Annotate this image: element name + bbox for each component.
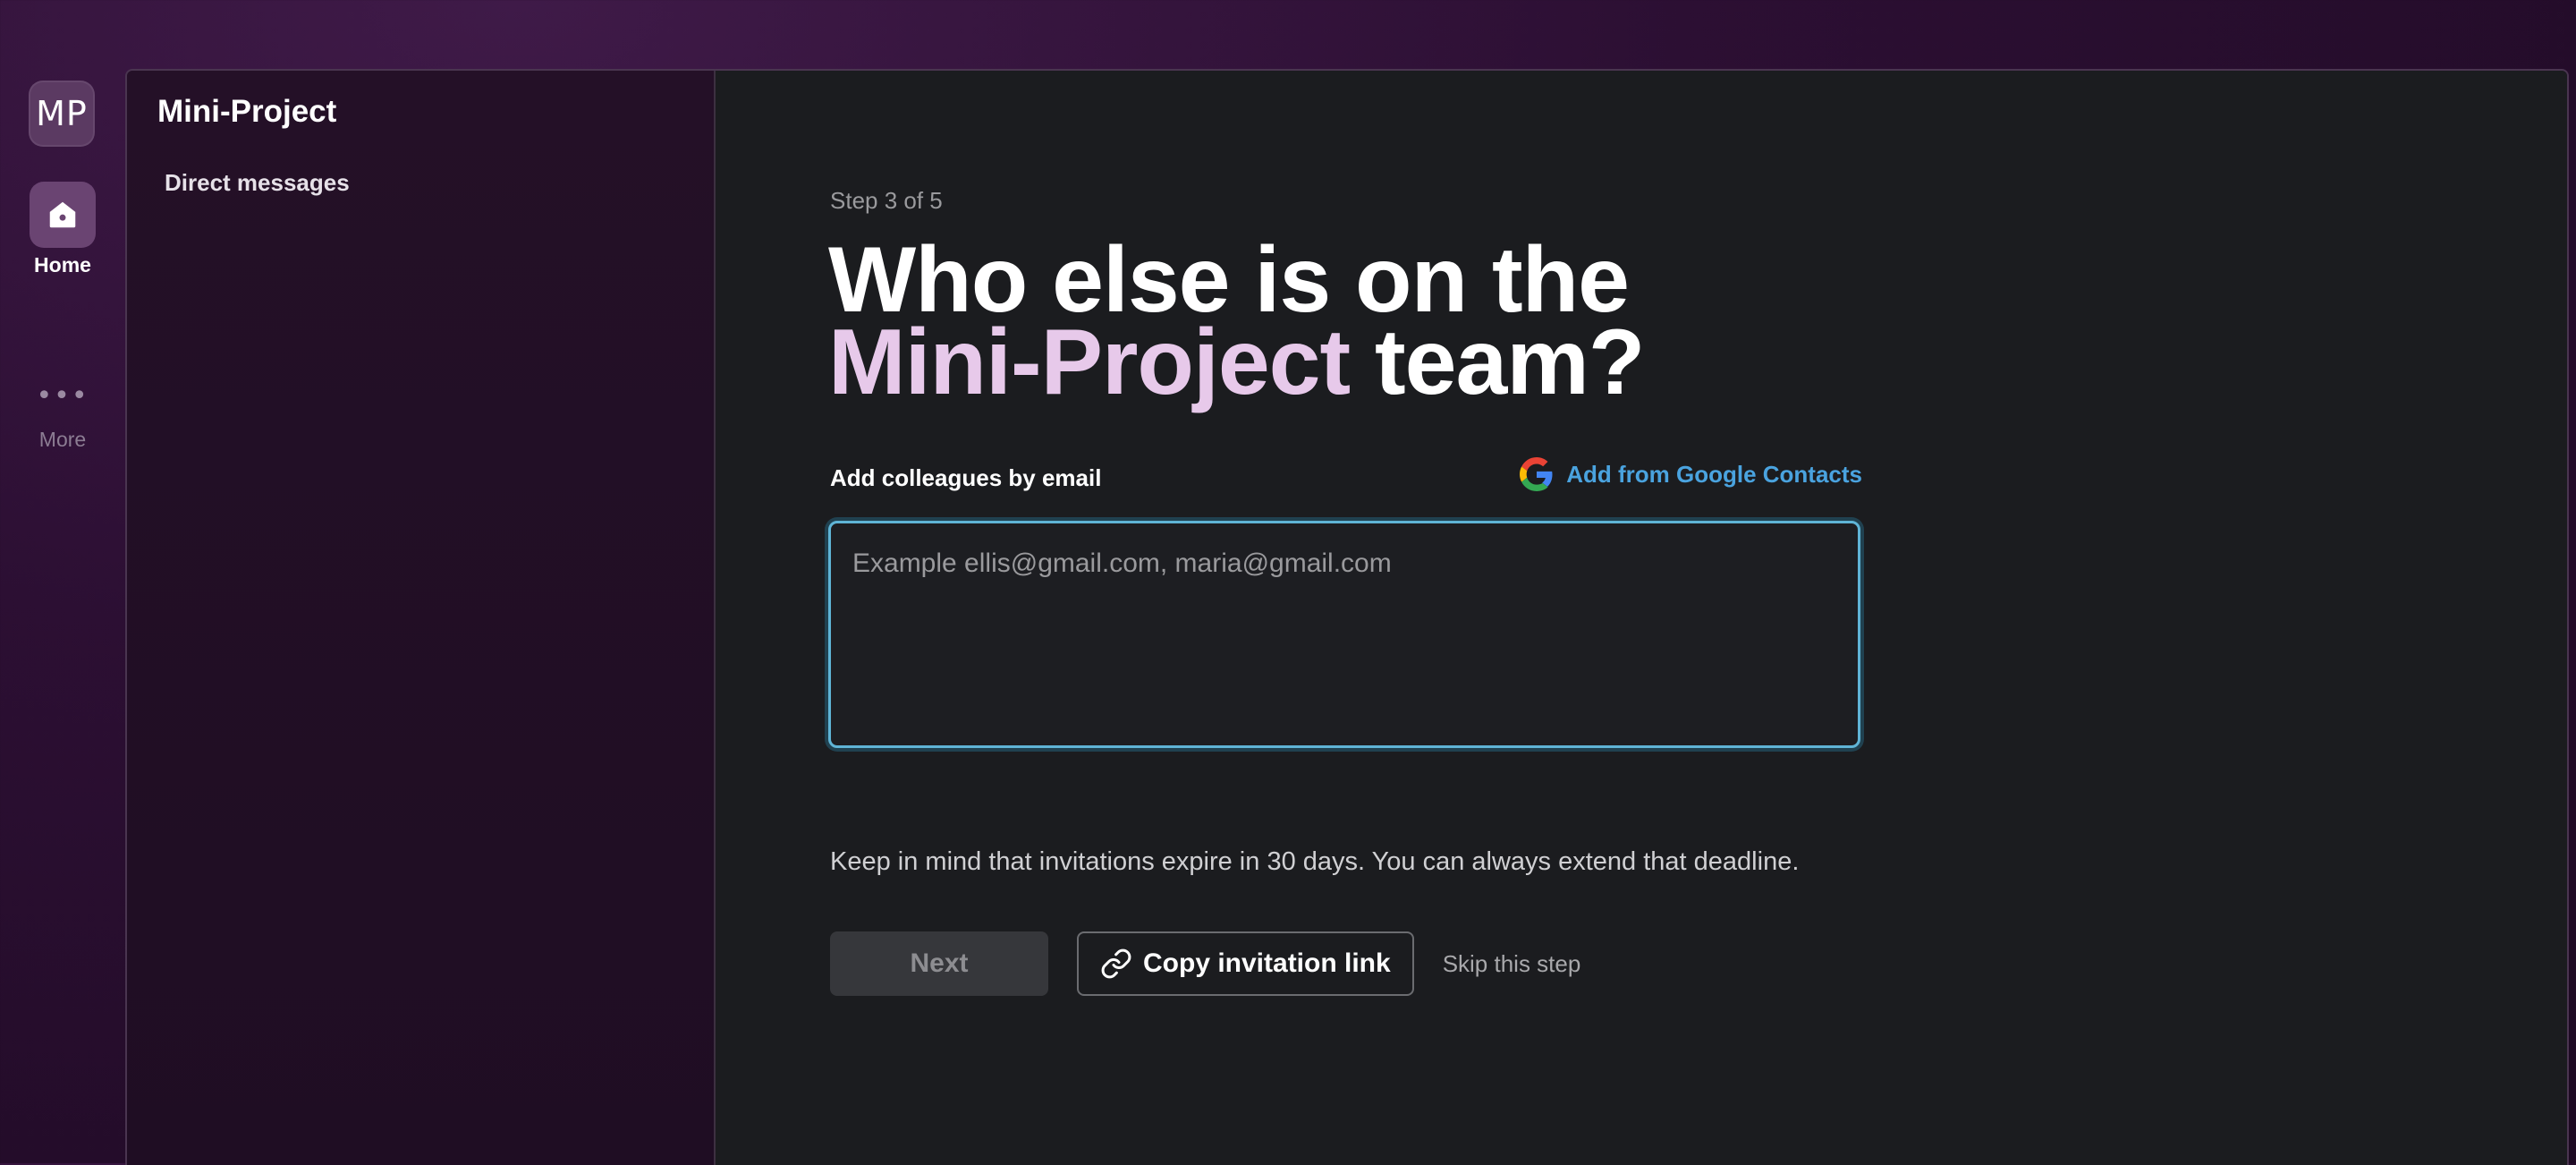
email-input[interactable] bbox=[828, 521, 1860, 748]
email-field-label: Add colleagues by email bbox=[830, 464, 1102, 491]
workspace-rail: MP Home ••• More bbox=[0, 70, 125, 1163]
app-frame: Mini-Project Direct messages Step 3 of 5… bbox=[125, 69, 2569, 1165]
onboarding-panel: Step 3 of 5 Who else is on the Mini-Proj… bbox=[716, 71, 2567, 1165]
workspace-name[interactable]: Mini-Project bbox=[157, 94, 336, 130]
rail-home-item[interactable]: Home bbox=[0, 182, 125, 277]
copy-invitation-link-button[interactable]: Copy invitation link bbox=[1077, 931, 1414, 996]
add-from-google-contacts-label: Add from Google Contacts bbox=[1566, 460, 1862, 488]
rail-more-item[interactable]: ••• More bbox=[0, 383, 125, 452]
skip-step-link[interactable]: Skip this step bbox=[1443, 950, 1581, 978]
invitation-expiry-hint: Keep in mind that invitations expire in … bbox=[830, 847, 1800, 876]
sidebar-item-direct-messages[interactable]: Direct messages bbox=[165, 169, 350, 197]
more-icon: ••• bbox=[36, 380, 89, 412]
google-icon bbox=[1520, 457, 1553, 491]
home-button[interactable] bbox=[30, 182, 96, 248]
title-workspace-name: Mini-Project bbox=[828, 310, 1351, 414]
copy-invitation-link-label: Copy invitation link bbox=[1143, 948, 1391, 978]
add-from-google-contacts-link[interactable]: Add from Google Contacts bbox=[1520, 457, 1862, 491]
link-icon bbox=[1101, 948, 1131, 979]
field-header: Add colleagues by email Add from Google … bbox=[830, 457, 1862, 500]
home-icon bbox=[49, 201, 76, 228]
page-title: Who else is on the Mini-Project team? bbox=[828, 234, 1866, 409]
next-button[interactable]: Next bbox=[830, 931, 1048, 996]
sidebar: Mini-Project Direct messages bbox=[127, 71, 716, 1165]
workspace-avatar[interactable]: MP bbox=[29, 81, 95, 147]
title-part-2: team? bbox=[1350, 310, 1645, 414]
step-indicator: Step 3 of 5 bbox=[830, 187, 943, 214]
action-bar: Next Copy invitation link Skip this step bbox=[830, 931, 1580, 996]
more-label: More bbox=[38, 428, 87, 451]
home-label: Home bbox=[34, 253, 91, 276]
